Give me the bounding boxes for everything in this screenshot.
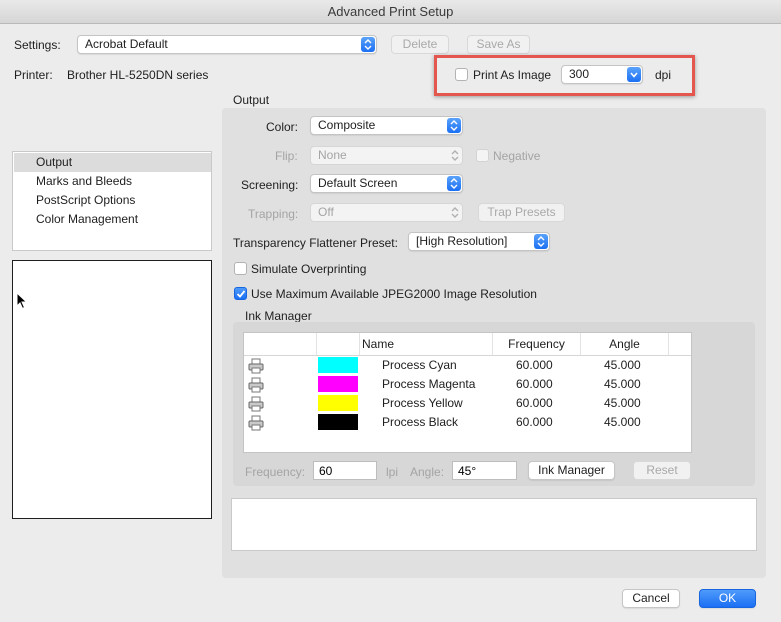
flattener-label: Transparency Flattener Preset: (233, 236, 398, 250)
ink-swatch-magenta (318, 376, 358, 392)
ink-frequency: 60.000 (516, 396, 553, 410)
screening-label: Screening: (241, 178, 299, 192)
updown-arrows-icon (534, 234, 548, 249)
dpi-value: 300 (569, 67, 590, 81)
jpeg2000-checkbox[interactable] (234, 287, 247, 300)
ink-angle-input[interactable] (452, 461, 517, 480)
trapping-label: Trapping: (248, 207, 299, 221)
dpi-select[interactable]: 300 (561, 65, 643, 84)
dpi-unit-label: dpi (655, 68, 672, 82)
ink-swatch-cyan (318, 357, 358, 373)
ink-name: Process Yellow (382, 396, 463, 410)
ink-frequency: 60.000 (516, 415, 553, 429)
column-header-name[interactable]: Name (360, 333, 493, 355)
sidebar-item-postscript-options[interactable]: PostScript Options (14, 191, 211, 210)
sidebar-item-output[interactable]: Output (14, 153, 211, 172)
lpi-label: lpi (386, 465, 399, 479)
column-header-angle[interactable]: Angle (581, 333, 669, 355)
printer-icon (248, 377, 264, 393)
ink-frequency-input[interactable] (313, 461, 377, 480)
flip-label: Flip: (275, 149, 298, 163)
ink-swatch-yellow (318, 395, 358, 411)
color-label: Color: (266, 120, 299, 134)
column-header-swatch[interactable] (317, 333, 360, 355)
title-bar: Advanced Print Setup (0, 0, 781, 24)
trapping-value: Off (318, 205, 334, 219)
ink-angle: 45.000 (604, 377, 641, 391)
flattener-value: [High Resolution] (416, 234, 508, 248)
table-row[interactable]: Process Yellow 60.000 45.000 (244, 394, 691, 413)
printer-icon (248, 358, 264, 374)
save-as-button[interactable]: Save As (467, 35, 530, 54)
mouse-cursor-icon (16, 291, 28, 310)
table-row[interactable]: Process Magenta 60.000 45.000 (244, 375, 691, 394)
negative-checkbox[interactable] (476, 149, 489, 162)
printer-name: Brother HL-5250DN series (67, 68, 209, 82)
ink-swatch-black (318, 414, 358, 430)
sidebar-list: Output Marks and Bleeds PostScript Optio… (12, 151, 212, 251)
flip-value: None (318, 148, 347, 162)
ink-manager-title: Ink Manager (245, 309, 312, 323)
simulate-overprinting-checkbox[interactable] (234, 262, 247, 275)
simulate-overprinting-label: Simulate Overprinting (251, 262, 367, 276)
trap-presets-button[interactable]: Trap Presets (478, 203, 565, 222)
ink-name: Process Magenta (382, 377, 476, 391)
ok-button[interactable]: OK (699, 589, 756, 608)
preview-area (12, 260, 212, 519)
flattener-select[interactable]: [High Resolution] (408, 232, 550, 251)
checkmark-icon (236, 290, 246, 298)
ink-table-header: Name Frequency Angle (244, 333, 691, 356)
updown-arrows-icon (447, 118, 461, 133)
chevron-down-icon (627, 67, 641, 82)
ink-frequency-label: Frequency: (245, 465, 306, 479)
reset-button[interactable]: Reset (633, 461, 691, 480)
ink-name: Process Cyan (382, 358, 457, 372)
updown-arrows-icon (448, 148, 460, 163)
ink-angle: 45.000 (604, 358, 641, 372)
ink-table: Name Frequency Angle Process Cyan 60.000… (243, 332, 692, 453)
ink-angle: 45.000 (604, 396, 641, 410)
ink-manager-button[interactable]: Ink Manager (528, 461, 615, 480)
jpeg2000-label: Use Maximum Available JPEG2000 Image Res… (251, 287, 537, 301)
negative-label: Negative (493, 149, 541, 163)
column-header-frequency[interactable]: Frequency (493, 333, 581, 355)
settings-label: Settings: (14, 38, 61, 52)
delete-button[interactable]: Delete (391, 35, 449, 54)
ink-frequency: 60.000 (516, 358, 553, 372)
ink-frequency: 60.000 (516, 377, 553, 391)
description-box (231, 498, 757, 551)
updown-arrows-icon (361, 37, 375, 52)
table-row[interactable]: Process Cyan 60.000 45.000 (244, 356, 691, 375)
print-as-image-checkbox[interactable] (455, 68, 468, 81)
screening-select[interactable]: Default Screen (310, 174, 463, 193)
settings-select[interactable]: Acrobat Default (77, 35, 377, 54)
color-value: Composite (318, 118, 376, 132)
ink-name: Process Black (382, 415, 459, 429)
column-header-icon[interactable] (244, 333, 317, 355)
printer-label: Printer: (14, 68, 53, 82)
updown-arrows-icon (448, 205, 460, 220)
ink-angle: 45.000 (604, 415, 641, 429)
settings-value: Acrobat Default (85, 37, 168, 51)
window-title: Advanced Print Setup (327, 4, 454, 19)
table-row[interactable]: Process Black 60.000 45.000 (244, 413, 691, 432)
sidebar-item-marks-and-bleeds[interactable]: Marks and Bleeds (14, 172, 211, 191)
screening-value: Default Screen (318, 176, 398, 190)
ink-angle-label: Angle: (410, 465, 445, 479)
output-section-title: Output (233, 93, 270, 107)
print-as-image-label: Print As Image (473, 68, 552, 82)
color-select[interactable]: Composite (310, 116, 463, 135)
trapping-select[interactable]: Off (310, 203, 463, 222)
sidebar-item-color-management[interactable]: Color Management (14, 210, 211, 229)
printer-icon (248, 415, 264, 431)
updown-arrows-icon (447, 176, 461, 191)
printer-icon (248, 396, 264, 412)
cancel-button[interactable]: Cancel (622, 589, 680, 608)
flip-select[interactable]: None (310, 146, 463, 165)
